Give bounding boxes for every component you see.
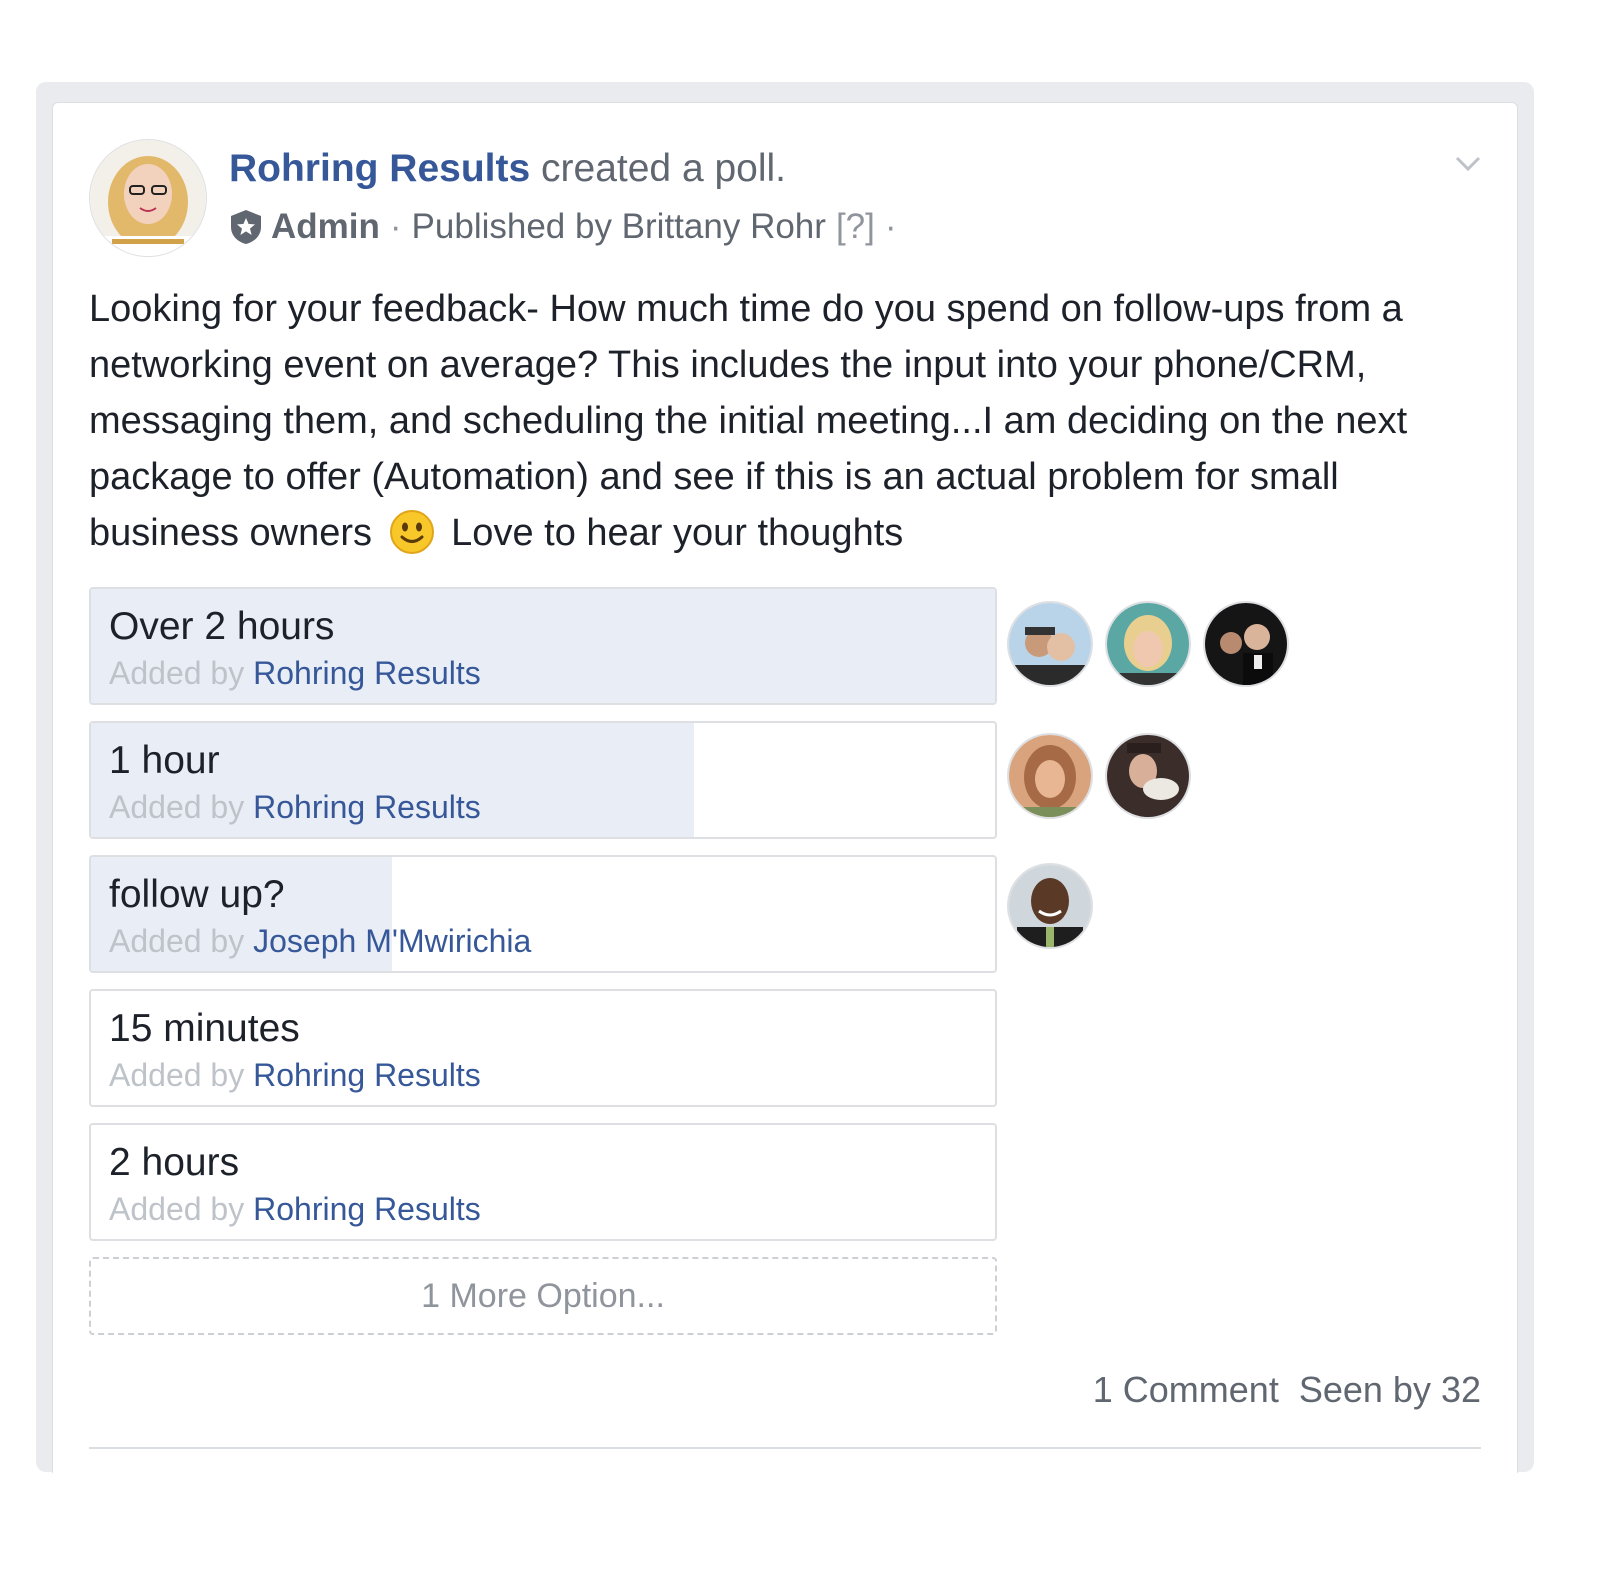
footer-divider	[89, 1447, 1481, 1449]
added-by-link[interactable]: Rohring Results	[253, 789, 481, 825]
seen-by-count: Seen by 32	[1298, 1369, 1481, 1410]
voter-avatar[interactable]	[1007, 863, 1093, 949]
poll-option-label: follow up?	[109, 873, 285, 916]
poll-option[interactable]: 15 minutes Added by Rohring Results	[89, 989, 997, 1107]
voters-option-1	[1007, 601, 1289, 687]
voter-avatar[interactable]	[1007, 733, 1093, 819]
poll-option[interactable]: follow up? Added by Joseph M'Mwirichia	[89, 855, 997, 973]
poll-option-added-by: Added by Rohring Results	[109, 1057, 481, 1093]
voter-avatar[interactable]	[1203, 601, 1289, 687]
poll-option-added-by: Added by Rohring Results	[109, 655, 481, 691]
poll-option-label: 15 minutes	[109, 1007, 300, 1050]
page-name-link[interactable]: Rohring Results	[229, 147, 530, 190]
voter-avatar[interactable]	[1007, 601, 1093, 687]
poll-post-card: Rohring Results created a poll. Admin · …	[52, 102, 1518, 1473]
post-meta: Admin · Published by Brittany Rohr [?] ·	[229, 207, 907, 247]
added-by-link[interactable]: Rohring Results	[253, 655, 481, 691]
poll-option-label: 1 hour	[109, 739, 220, 782]
voter-avatar[interactable]	[1105, 601, 1191, 687]
admin-label: Admin	[271, 207, 380, 246]
voters-option-2	[1007, 733, 1191, 819]
added-by-link[interactable]: Rohring Results	[253, 1057, 481, 1093]
poll-option[interactable]: 1 hour Added by Rohring Results	[89, 721, 997, 839]
poll-option[interactable]: 2 hours Added by Rohring Results	[89, 1123, 997, 1241]
added-by-link[interactable]: Rohring Results	[253, 1191, 481, 1227]
admin-shield-icon	[231, 210, 261, 244]
post-action-text: created a poll.	[530, 147, 787, 190]
post-text-closing: Love to hear your thoughts	[451, 512, 904, 554]
page-avatar[interactable]	[89, 139, 207, 257]
poll-option-added-by: Added by Rohring Results	[109, 789, 481, 825]
poll-options: Over 2 hours Added by Rohring Results 1 …	[89, 587, 1289, 1335]
poll-option-label: 2 hours	[109, 1141, 240, 1184]
help-link[interactable]: [?]	[836, 207, 875, 247]
post-body: Looking for your feedback- How much time…	[89, 281, 1489, 561]
more-options-button[interactable]: 1 More Option...	[89, 1257, 997, 1335]
published-by[interactable]: Published by Brittany Rohr	[412, 207, 826, 247]
meta-separator-end: ·	[884, 207, 897, 246]
meta-separator: ·	[389, 207, 402, 246]
poll-option-added-by: Added by Joseph M'Mwirichia	[109, 923, 532, 959]
added-by-link[interactable]: Joseph M'Mwirichia	[253, 923, 531, 959]
voter-avatar[interactable]	[1105, 733, 1191, 819]
admin-badge: Admin	[229, 207, 380, 247]
smiley-emoji-icon	[389, 510, 434, 554]
post-stats: 1 Comment Seen by 32	[1093, 1369, 1481, 1411]
poll-option[interactable]: Over 2 hours Added by Rohring Results	[89, 587, 997, 705]
post-header: Rohring Results created a poll.	[229, 147, 786, 191]
comments-count[interactable]: 1 Comment	[1093, 1369, 1279, 1410]
poll-option-added-by: Added by Rohring Results	[109, 1191, 481, 1227]
chevron-down-icon[interactable]	[1453, 149, 1483, 179]
voters-option-3	[1007, 863, 1093, 949]
poll-option-label: Over 2 hours	[109, 605, 335, 648]
